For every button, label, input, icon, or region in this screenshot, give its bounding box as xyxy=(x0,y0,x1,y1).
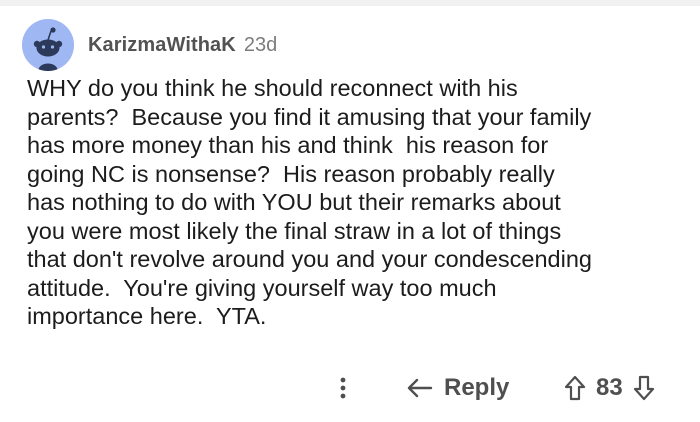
comment-age: 23d xyxy=(243,33,278,56)
reply-arrow-icon xyxy=(407,378,433,398)
comment-header: KarizmaWithaK 23d xyxy=(22,19,277,71)
comment-actions: Reply 83 xyxy=(0,363,700,413)
snoo-avatar-icon xyxy=(22,19,74,71)
comment-author[interactable]: KarizmaWithaK xyxy=(88,34,236,57)
vote-count: 83 xyxy=(596,374,623,401)
more-options-button[interactable] xyxy=(333,375,353,401)
downvote-button[interactable] xyxy=(633,375,655,401)
downvote-arrow-icon xyxy=(633,375,654,401)
top-divider xyxy=(0,0,700,6)
upvote-button[interactable] xyxy=(564,375,586,401)
comment-card: KarizmaWithaK 23d WHY do you think he sh… xyxy=(0,0,700,422)
reply-label: Reply xyxy=(444,374,510,401)
comment-body: WHY do you think he should reconnect wit… xyxy=(27,75,592,329)
vote-control: 83 xyxy=(564,369,655,407)
upvote-arrow-icon xyxy=(564,375,586,401)
reply-button[interactable]: Reply xyxy=(406,369,509,407)
avatar[interactable] xyxy=(22,19,74,71)
more-options-icon xyxy=(340,377,346,399)
